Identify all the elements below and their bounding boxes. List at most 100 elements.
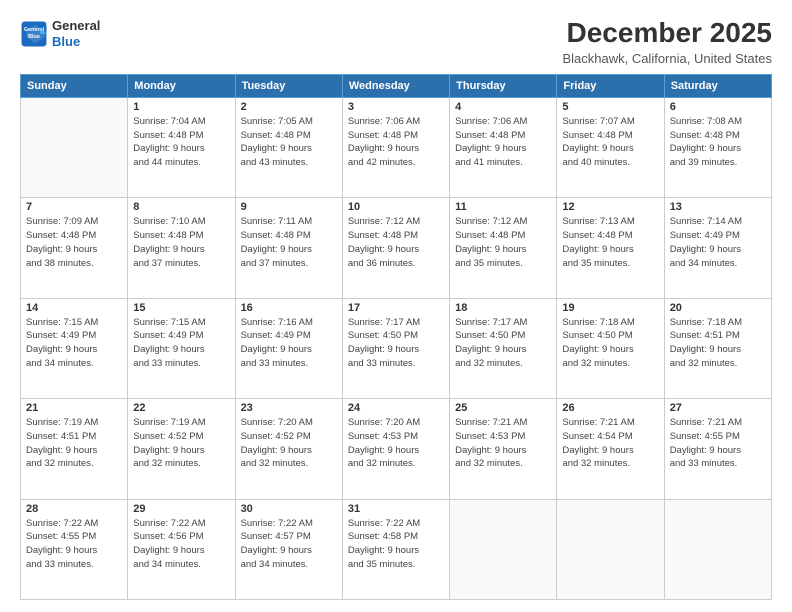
calendar-cell: 19 Sunrise: 7:18 AMSunset: 4:50 PMDayligh… [557,298,664,398]
calendar-cell: 5Sunrise: 7:07 AMSunset: 4:48 PMDaylight… [557,97,664,197]
day-info: Sunrise: 7:14 AMSunset: 4:49 PMDaylight:… [670,215,766,270]
calendar-cell: 30 Sunrise: 7:22 AMSunset: 4:57 PMDayligh… [235,499,342,599]
day-info: Sunrise: 7:17 AMSunset: 4:50 PMDaylight:… [348,316,444,371]
svg-text:Blue: Blue [28,33,40,39]
day-info: Sunrise: 7:16 AMSunset: 4:49 PMDaylight:… [241,316,337,371]
day-number: 15 [133,302,229,314]
calendar-cell: 27 Sunrise: 7:21 AMSunset: 4:55 PMDayligh… [664,399,771,499]
col-monday: Monday [128,74,235,97]
calendar-cell: 9 Sunrise: 7:11 AMSunset: 4:48 PMDaylight… [235,198,342,298]
day-info: Sunrise: 7:19 AMSunset: 4:51 PMDaylight:… [26,416,122,471]
calendar-cell: 1 Sunrise: 7:04 AMSunset: 4:48 PMDaylight… [128,97,235,197]
calendar-cell: 20 Sunrise: 7:18 AMSunset: 4:51 PMDayligh… [664,298,771,398]
day-info: Sunrise: 7:20 AMSunset: 4:53 PMDaylight:… [348,416,444,471]
col-friday: Friday [557,74,664,97]
day-number: 2 [241,101,337,113]
day-number: 13 [670,201,766,213]
day-info: Sunrise: 7:08 AMSunset: 4:48 PMDaylight:… [670,115,766,170]
calendar-week-row: 14 Sunrise: 7:15 AMSunset: 4:49 PMDayligh… [21,298,772,398]
calendar-cell: 16 Sunrise: 7:16 AMSunset: 4:49 PMDayligh… [235,298,342,398]
day-info: Sunrise: 7:04 AMSunset: 4:48 PMDaylight:… [133,115,229,170]
day-number: 31 [348,503,444,515]
day-number: 10 [348,201,444,213]
day-number: 12 [562,201,658,213]
day-number: 25 [455,402,551,414]
logo: General Blue General Blue [20,18,100,49]
calendar-cell: 22Sunrise: 7:19 AMSunset: 4:52 PMDayligh… [128,399,235,499]
logo-icon: General Blue [20,20,48,48]
day-info: Sunrise: 7:21 AMSunset: 4:55 PMDaylight:… [670,416,766,471]
logo-line2: Blue [52,34,100,50]
day-number: 16 [241,302,337,314]
day-number: 20 [670,302,766,314]
calendar-cell: 18Sunrise: 7:17 AMSunset: 4:50 PMDayligh… [450,298,557,398]
calendar-cell [557,499,664,599]
calendar-cell: 24 Sunrise: 7:20 AMSunset: 4:53 PMDayligh… [342,399,449,499]
calendar: Sunday Monday Tuesday Wednesday Thursday… [20,74,772,600]
calendar-cell: 8Sunrise: 7:10 AMSunset: 4:48 PMDaylight… [128,198,235,298]
col-wednesday: Wednesday [342,74,449,97]
calendar-week-row: 7Sunrise: 7:09 AMSunset: 4:48 PMDaylight… [21,198,772,298]
day-number: 24 [348,402,444,414]
calendar-cell: 14 Sunrise: 7:15 AMSunset: 4:49 PMDayligh… [21,298,128,398]
day-info: Sunrise: 7:18 AMSunset: 4:50 PMDaylight:… [562,316,658,371]
day-number: 28 [26,503,122,515]
day-number: 8 [133,201,229,213]
day-info: Sunrise: 7:13 AMSunset: 4:48 PMDaylight:… [562,215,658,270]
calendar-cell [21,97,128,197]
calendar-cell: 2 Sunrise: 7:05 AMSunset: 4:48 PMDaylight… [235,97,342,197]
day-info: Sunrise: 7:22 AMSunset: 4:56 PMDaylight:… [133,517,229,572]
day-number: 5 [562,101,658,113]
day-number: 27 [670,402,766,414]
calendar-cell: 6 Sunrise: 7:08 AMSunset: 4:48 PMDaylight… [664,97,771,197]
day-number: 1 [133,101,229,113]
calendar-cell: 28Sunrise: 7:22 AMSunset: 4:55 PMDayligh… [21,499,128,599]
day-number: 19 [562,302,658,314]
day-info: Sunrise: 7:18 AMSunset: 4:51 PMDaylight:… [670,316,766,371]
calendar-cell: 15 Sunrise: 7:15 AMSunset: 4:49 PMDayligh… [128,298,235,398]
day-number: 17 [348,302,444,314]
calendar-cell: 17 Sunrise: 7:17 AMSunset: 4:50 PMDayligh… [342,298,449,398]
day-info: Sunrise: 7:09 AMSunset: 4:48 PMDaylight:… [26,215,122,270]
day-number: 29 [133,503,229,515]
calendar-cell: 7Sunrise: 7:09 AMSunset: 4:48 PMDaylight… [21,198,128,298]
calendar-cell: 21 Sunrise: 7:19 AMSunset: 4:51 PMDayligh… [21,399,128,499]
day-info: Sunrise: 7:12 AMSunset: 4:48 PMDaylight:… [455,215,551,270]
day-info: Sunrise: 7:15 AMSunset: 4:49 PMDaylight:… [133,316,229,371]
day-info: Sunrise: 7:11 AMSunset: 4:48 PMDaylight:… [241,215,337,270]
day-info: Sunrise: 7:15 AMSunset: 4:49 PMDaylight:… [26,316,122,371]
day-info: Sunrise: 7:21 AMSunset: 4:53 PMDaylight:… [455,416,551,471]
calendar-week-row: 21 Sunrise: 7:19 AMSunset: 4:51 PMDayligh… [21,399,772,499]
day-info: Sunrise: 7:06 AMSunset: 4:48 PMDaylight:… [348,115,444,170]
day-info: Sunrise: 7:22 AMSunset: 4:58 PMDaylight:… [348,517,444,572]
page: General Blue General Blue December 2025 … [0,0,792,612]
day-number: 6 [670,101,766,113]
calendar-cell: 3Sunrise: 7:06 AMSunset: 4:48 PMDaylight… [342,97,449,197]
day-number: 11 [455,201,551,213]
day-number: 14 [26,302,122,314]
calendar-week-row: 1 Sunrise: 7:04 AMSunset: 4:48 PMDaylight… [21,97,772,197]
day-number: 23 [241,402,337,414]
logo-line1: General [52,18,100,34]
day-info: Sunrise: 7:17 AMSunset: 4:50 PMDaylight:… [455,316,551,371]
day-info: Sunrise: 7:20 AMSunset: 4:52 PMDaylight:… [241,416,337,471]
day-info: Sunrise: 7:19 AMSunset: 4:52 PMDaylight:… [133,416,229,471]
day-info: Sunrise: 7:21 AMSunset: 4:54 PMDaylight:… [562,416,658,471]
calendar-cell: 25 Sunrise: 7:21 AMSunset: 4:53 PMDayligh… [450,399,557,499]
day-number: 26 [562,402,658,414]
col-saturday: Saturday [664,74,771,97]
day-info: Sunrise: 7:05 AMSunset: 4:48 PMDaylight:… [241,115,337,170]
calendar-cell: 4Sunrise: 7:06 AMSunset: 4:48 PMDaylight… [450,97,557,197]
calendar-cell: 13 Sunrise: 7:14 AMSunset: 4:49 PMDayligh… [664,198,771,298]
col-tuesday: Tuesday [235,74,342,97]
col-sunday: Sunday [21,74,128,97]
day-info: Sunrise: 7:22 AMSunset: 4:57 PMDaylight:… [241,517,337,572]
day-number: 30 [241,503,337,515]
calendar-cell: 29 Sunrise: 7:22 AMSunset: 4:56 PMDayligh… [128,499,235,599]
day-number: 21 [26,402,122,414]
day-number: 9 [241,201,337,213]
calendar-cell: 10Sunrise: 7:12 AMSunset: 4:48 PMDayligh… [342,198,449,298]
calendar-cell: 31 Sunrise: 7:22 AMSunset: 4:58 PMDayligh… [342,499,449,599]
calendar-cell: 23 Sunrise: 7:20 AMSunset: 4:52 PMDayligh… [235,399,342,499]
calendar-week-row: 28Sunrise: 7:22 AMSunset: 4:55 PMDayligh… [21,499,772,599]
